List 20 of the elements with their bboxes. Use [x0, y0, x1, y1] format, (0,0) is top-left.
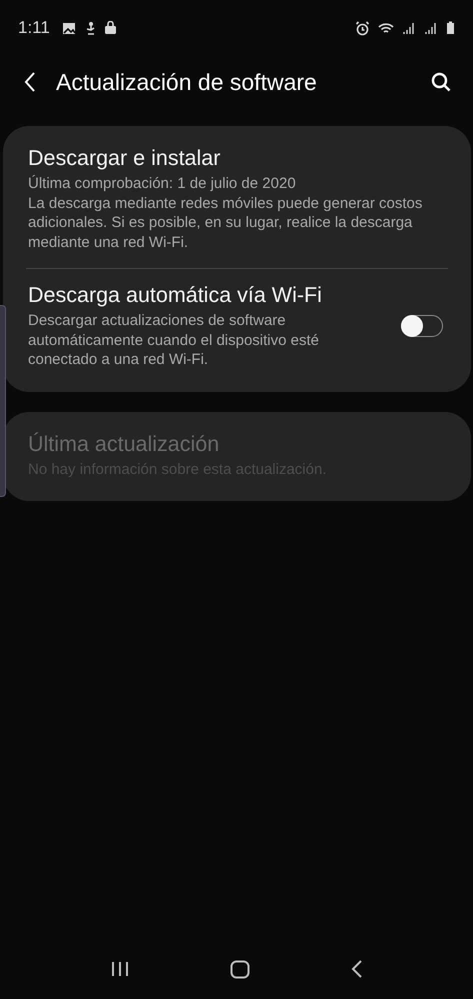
alarm-icon [355, 20, 370, 36]
setting-description: Descargar actualizaciones de software automáticamente cuando el dispositivo esté conectado a una red Wi-Fi. [28, 311, 320, 370]
wifi-icon [378, 22, 394, 34]
signal-icon [424, 22, 438, 34]
recent-apps-button[interactable] [110, 961, 128, 977]
setting-title[interactable]: Descargar e instalar [28, 146, 443, 171]
setting-title[interactable]: Descarga automática vía Wi-Fi [28, 283, 385, 308]
signal-icon [402, 22, 416, 34]
setting-description: Última comprobación: 1 de julio de 2020 La descarga mediante redes móviles puede generar costos adicionales. Si es posible, en su lugar, realice la descarga mediante una red Wi-Fi. [28, 174, 424, 252]
edge-panel-handle[interactable] [0, 305, 6, 497]
battery-icon [446, 21, 455, 35]
search-button[interactable] [431, 72, 451, 92]
home-button[interactable] [230, 960, 250, 978]
status-time: 1:11 [18, 18, 50, 38]
toggle-switch[interactable] [401, 315, 443, 338]
image-icon [62, 22, 76, 34]
back-nav-button[interactable] [350, 960, 362, 978]
back-button[interactable] [24, 72, 36, 92]
screen-title: Actualización de software [56, 68, 318, 96]
setting-title: Última actualización [28, 432, 220, 456]
